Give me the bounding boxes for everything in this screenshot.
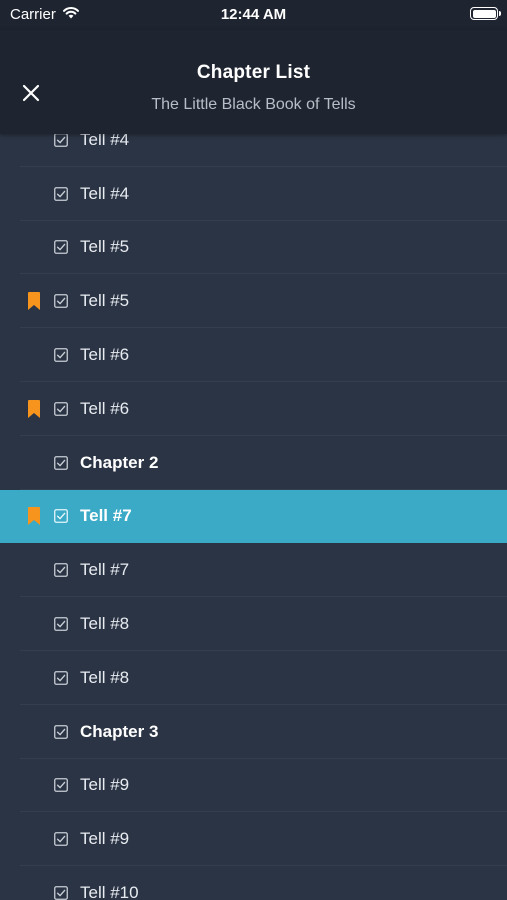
checkbox-icon: [54, 348, 68, 362]
tell-row[interactable]: Tell #4: [0, 134, 507, 167]
checkbox-icon: [54, 778, 68, 793]
chapter-row[interactable]: Chapter 3: [0, 704, 507, 759]
checkbox-icon: [54, 832, 68, 847]
tell-label: Tell #8: [80, 667, 130, 687]
checkbox-icon: [54, 401, 68, 416]
battery-level-fill: [472, 9, 496, 18]
checkbox-icon: [54, 455, 68, 470]
tell-row[interactable]: Tell #6: [0, 328, 507, 382]
checkbox-icon: [54, 294, 68, 309]
bookmark-icon: [28, 399, 40, 418]
checkbox-icon: [54, 670, 68, 685]
tell-row[interactable]: Tell #7: [0, 489, 507, 544]
bookmark-icon: [28, 507, 40, 526]
tell-row[interactable]: Tell #4: [0, 166, 507, 221]
checkbox-icon: [54, 186, 68, 201]
status-bar: Carrier 12:44 AM: [0, 0, 507, 30]
tell-label: Tell #7: [80, 506, 132, 526]
chapter-list[interactable]: Tell #4 Tell #4 Tell #5 Tell #5 Tell #6 Tell …: [0, 134, 507, 900]
tell-row[interactable]: Tell #7: [0, 543, 507, 598]
tell-label: Tell #4: [80, 183, 130, 203]
checkbox-icon: [54, 134, 68, 147]
tell-label: Tell #6: [80, 345, 130, 365]
tell-label: Tell #8: [80, 614, 130, 634]
checkbox-icon: [54, 886, 68, 900]
chapter-label: Chapter 3: [80, 721, 159, 741]
tell-row[interactable]: Tell #5: [0, 220, 507, 275]
bookmark-icon: [28, 292, 40, 311]
chapter-row[interactable]: Chapter 2: [0, 435, 507, 490]
tell-label: Tell #4: [80, 134, 130, 149]
tell-label: Tell #10: [80, 883, 139, 900]
checkbox-icon: [54, 509, 68, 524]
checkbox-icon: [54, 563, 68, 578]
tell-row[interactable]: Tell #9: [0, 812, 507, 867]
tell-row[interactable]: Tell #8: [0, 597, 507, 651]
tell-row[interactable]: Tell #9: [0, 758, 507, 813]
checkbox-icon: [54, 724, 68, 739]
tell-label: Tell #9: [80, 775, 130, 795]
book-title-subtitle: The Little Black Book of Tells: [151, 96, 356, 113]
chapter-label: Chapter 2: [80, 452, 159, 472]
tell-label: Tell #5: [80, 291, 130, 311]
checkbox-icon: [54, 617, 68, 631]
tell-label: Tell #6: [80, 398, 130, 418]
tell-row[interactable]: Tell #6: [0, 381, 507, 436]
tell-row[interactable]: Tell #10: [0, 866, 507, 900]
checkbox-icon: [54, 240, 68, 255]
page-title: Chapter List: [196, 62, 311, 83]
tell-row[interactable]: Tell #8: [0, 650, 507, 705]
chapter-list-rows: Tell #4 Tell #4 Tell #5 Tell #5 Tell #6 Tell …: [0, 134, 507, 900]
tell-row[interactable]: Tell #5: [0, 274, 507, 329]
nav-header: Chapter List The Little Black Book of Te…: [0, 30, 507, 134]
tell-label: Tell #7: [80, 560, 130, 580]
battery-icon: [470, 7, 501, 20]
tell-label: Tell #5: [80, 237, 130, 257]
status-time: 12:44 AM: [220, 6, 287, 23]
tell-label: Tell #9: [80, 829, 130, 849]
